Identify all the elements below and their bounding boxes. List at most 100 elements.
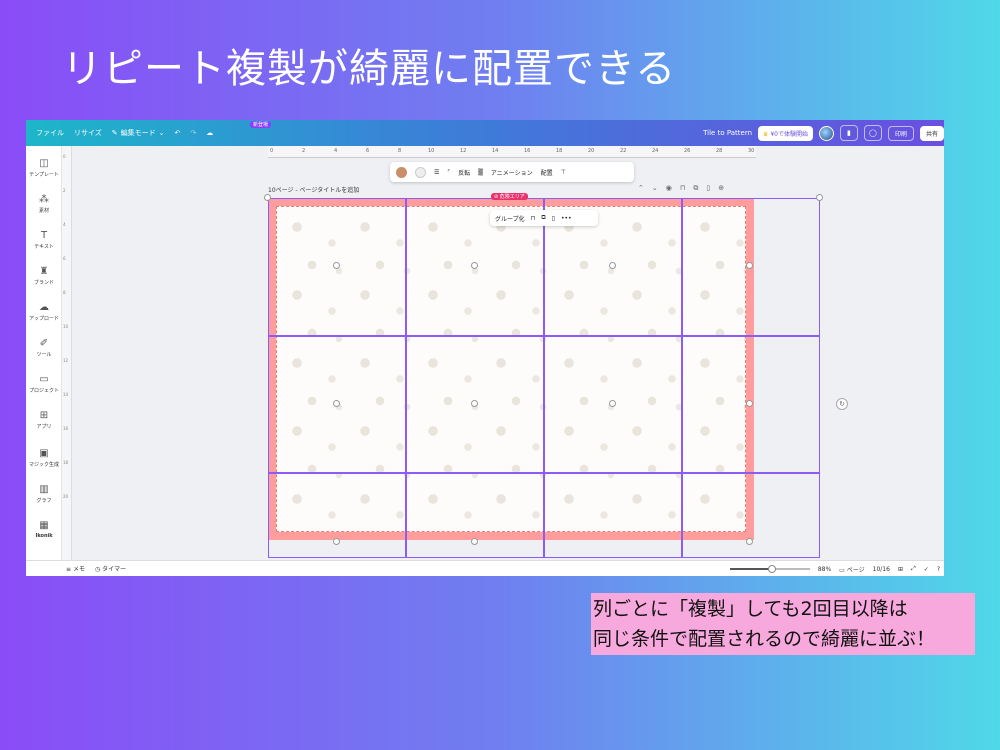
transparency-icon[interactable]: ▒ [478,169,483,176]
crown-icon: ♛ [763,130,769,138]
grid-line-v2 [543,198,545,558]
animation-button[interactable]: アニメーション [491,168,533,177]
sidebar-item-tools[interactable]: ✐ ツール [26,338,62,358]
paint-roller-icon[interactable]: ⊤ [561,169,566,176]
print-button[interactable]: 印刷 [887,125,914,141]
position-button[interactable]: 配置 [541,168,553,177]
line-weight-icon[interactable]: ☰ [434,169,439,176]
bottom-left-group: ≡ メモ ◷ タイマー [66,564,126,573]
selection-context-menu: グループ化 ⊓ ⧉ ▯ ••• [490,210,598,226]
tile-handle[interactable] [471,262,478,269]
template-icon: ◫ [39,158,49,169]
rotate-icon[interactable]: ↻ [836,398,848,410]
warning-icon: ⊘ [494,194,499,200]
page-count: 10/16 [872,565,890,573]
sidebar-item-magic[interactable]: ▣ マジック生成 [26,448,62,468]
tile-handle[interactable] [746,400,753,407]
bar-chart-icon: ▮ [847,129,851,137]
trash-icon[interactable]: ▯ [552,215,555,222]
tile-handle[interactable] [471,538,478,545]
color-swatch-1[interactable] [396,166,407,178]
slide-title: リピート複製が綺麗に配置できる [62,46,677,92]
grid-line-v1 [405,198,407,558]
sidebar-item-elements[interactable]: ⁂ 素材 [26,194,62,214]
horizontal-ruler: 0 2 4 6 8 10 12 14 16 18 20 22 24 26 28 … [268,146,756,158]
duplicate-icon[interactable]: ⧉ [541,214,545,222]
duplicate-icon[interactable]: ⧉ [693,184,698,193]
resize-handle-tl[interactable] [264,194,271,201]
page-controls: ⌃ ⌄ ◉ ⊓ ⧉ ▯ ⊕ [638,184,724,193]
insights-button[interactable]: ▮ [839,125,858,141]
pencil-icon: ✎ [111,129,118,137]
tile-handle[interactable] [609,262,616,269]
resize-handle-tr[interactable] [816,194,823,201]
more-icon[interactable]: ••• [561,215,572,222]
tile-handle[interactable] [333,538,340,545]
tile-handle[interactable] [333,400,340,407]
undo-button[interactable]: ↶ [175,129,181,137]
sidebar-item-chart[interactable]: ▥ グラフ [26,484,62,504]
design-title[interactable]: Tile to Pattern [703,129,752,137]
pages-button[interactable]: ▭ ページ [839,565,864,574]
chevron-up-icon[interactable]: ⌃ [638,184,644,193]
comment-icon: ◯ [869,129,877,137]
sidebar-item-ikonik[interactable]: ▦ Ikonik [26,520,62,539]
notes-button[interactable]: ≡ メモ [66,564,85,573]
magic-icon: ▣ [39,448,49,459]
help-icon[interactable]: ? [937,566,940,573]
chevron-down-icon: ⌄ [158,129,165,137]
tile-handle[interactable] [609,400,616,407]
lock-icon[interactable]: ⊓ [680,184,685,193]
eye-icon[interactable]: ◉ [666,184,672,193]
draw-icon: ✐ [39,338,49,349]
tile-handle[interactable] [746,262,753,269]
corner-radius-icon[interactable]: ⌜ [447,169,450,176]
trial-button[interactable]: ♛ ¥0で体験開始 [758,125,813,141]
pages-icon: ▭ [839,566,845,574]
new-badge: 新登場 [250,121,272,128]
zoom-level[interactable]: 88% [818,566,831,573]
menu-file[interactable]: ファイル [36,128,64,138]
slide-caption: 列ごとに「複製」しても2回目以降は 同じ条件で配置されるので綺麗に並ぶ！ [591,593,975,655]
tile-handle[interactable] [746,538,753,545]
timer-button[interactable]: ◷ タイマー [95,564,126,573]
sidebar-item-text[interactable]: T テキスト [26,230,62,250]
canva-screenshot: ファイル リサイズ ✎ 編集モード ⌄ ↶ ↷ ☁ 新登場 Tile to Pa… [26,120,944,576]
flip-button[interactable]: 反転 [458,168,470,177]
fullscreen-icon[interactable]: ⤢ [911,565,916,573]
redo-button[interactable]: ↷ [190,129,196,137]
add-page-icon[interactable]: ⊕ [718,184,724,193]
timer-icon: ◷ [94,566,101,573]
comment-button[interactable]: ◯ [863,125,882,141]
sidebar-item-apps[interactable]: ⊞ アプリ [26,410,62,430]
chevron-down-icon[interactable]: ⌄ [652,184,658,193]
tile-handle[interactable] [333,262,340,269]
color-swatch-2[interactable] [415,166,426,178]
zoom-slider-knob[interactable] [767,565,776,573]
check-icon[interactable]: ✓ [924,566,929,573]
sidebar-item-projects[interactable]: ▭ プロジェクト [26,374,62,394]
menu-edit-mode[interactable]: ✎ 編集モード ⌄ [112,128,165,138]
zoom-slider[interactable] [729,565,810,573]
share-button[interactable]: 共有 [919,125,944,141]
page-title[interactable]: 10ページ - ページタイトルを追加 [268,185,359,194]
bottom-status-bar: ≡ メモ ◷ タイマー 88% ▭ ページ 10/16 ⊞ ⤢ ✓ ? [26,560,944,576]
bottom-right-group: 88% ▭ ページ 10/16 ⊞ ⤢ ✓ ? [729,561,940,576]
avatar[interactable] [818,125,834,141]
text-icon: T [40,230,48,241]
caption-line-1: 列ごとに「複製」しても2回目以降は [593,598,908,620]
folder-icon: ▭ [39,374,49,385]
trash-icon[interactable]: ▯ [706,184,710,193]
tile-handle[interactable] [471,400,478,407]
menu-resize[interactable]: リサイズ [74,128,102,138]
sidebar-item-brand[interactable]: ♜ ブランド [26,266,62,286]
danger-area-tag: ⊘ 危険エリア [491,193,528,200]
grid-view-icon[interactable]: ⊞ [898,566,903,573]
cloud-save-icon[interactable]: ☁ [206,129,213,137]
vertical-ruler: 0 2 4 6 8 10 12 14 16 18 20 [62,146,72,560]
sidebar-item-template[interactable]: ◫ テンプレート [26,158,62,178]
lock-icon[interactable]: ⊓ [531,215,536,222]
sidebar-item-upload[interactable]: ☁ アップロード [26,302,62,322]
group-button[interactable]: グループ化 [495,214,525,223]
zoom-slider-fill [729,568,772,570]
